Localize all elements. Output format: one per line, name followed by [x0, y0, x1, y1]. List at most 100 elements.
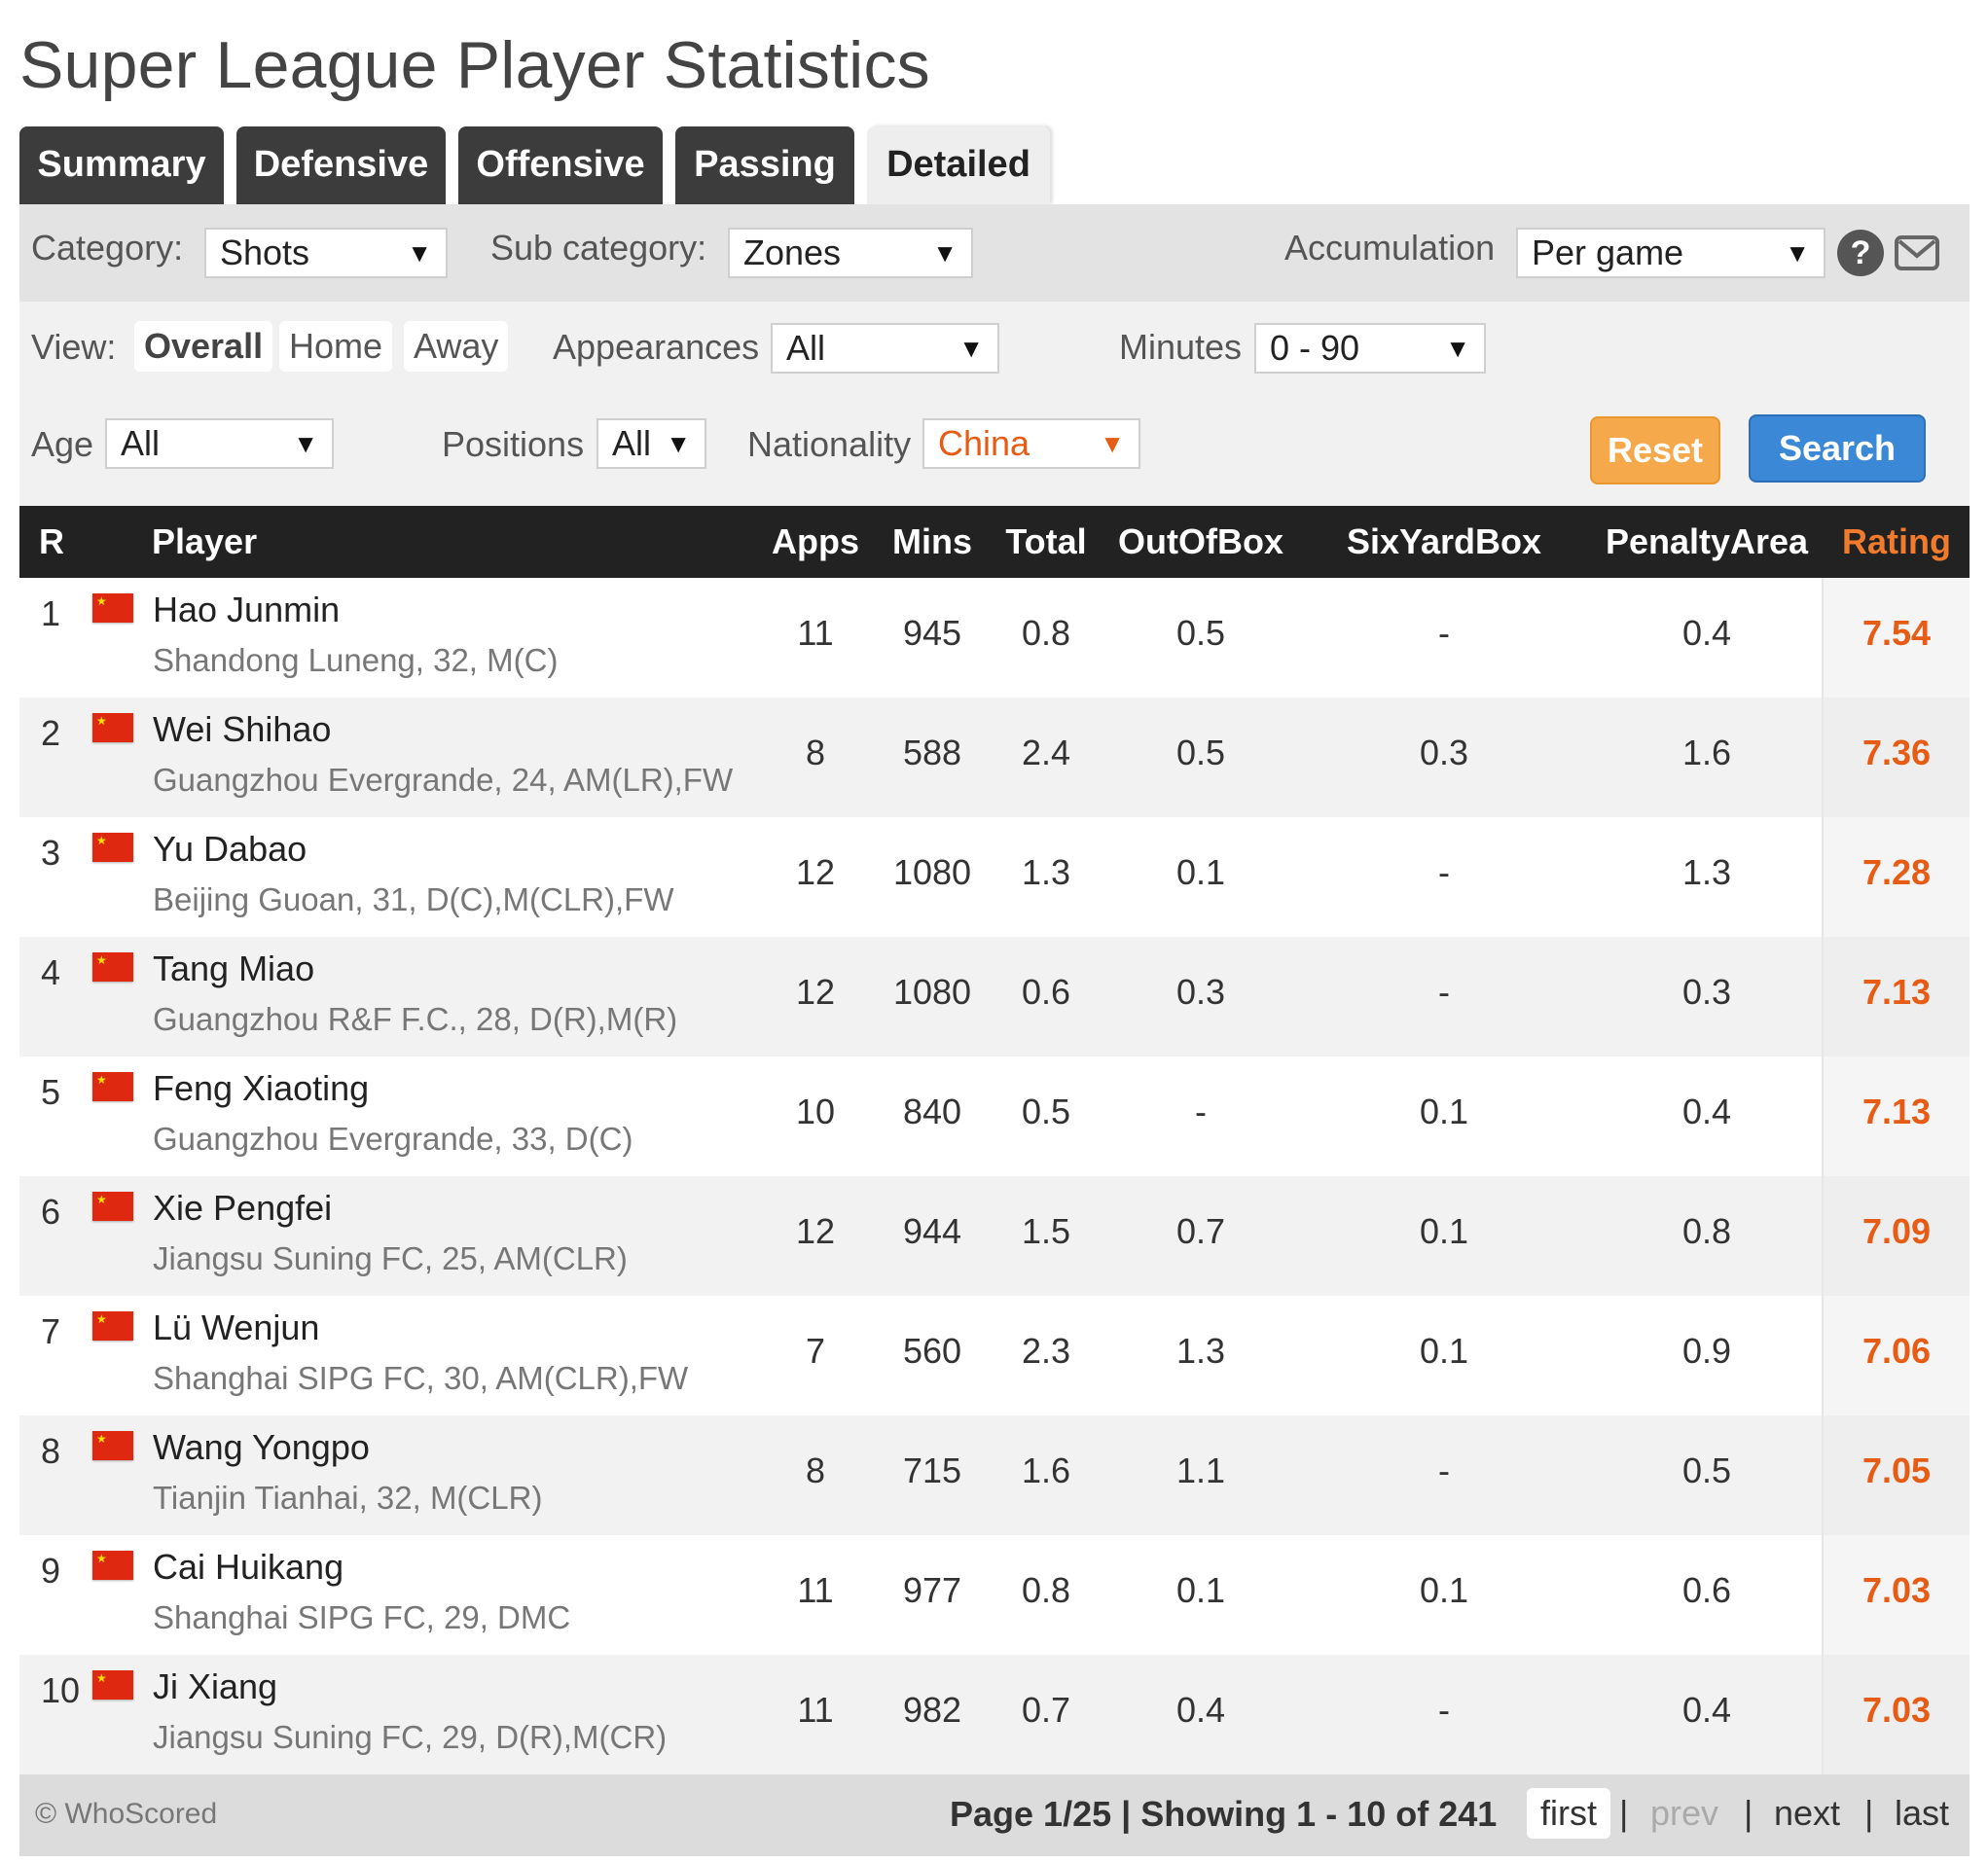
- china-flag-icon: ★: [92, 833, 133, 862]
- col-mins[interactable]: Mins: [874, 506, 991, 578]
- china-flag-icon: ★: [92, 713, 133, 742]
- minutes-select[interactable]: 0 - 90 ▼: [1254, 323, 1486, 374]
- appearances-select[interactable]: All ▼: [771, 323, 999, 374]
- view-away[interactable]: Away: [404, 321, 509, 372]
- age-select[interactable]: All ▼: [105, 418, 334, 469]
- player-name-link[interactable]: Yu Dabao: [153, 829, 307, 870]
- tab-passing[interactable]: Passing: [675, 126, 854, 204]
- cell-rating: 7.03: [1861, 1690, 1932, 1730]
- cell-total: 2.3: [1021, 1331, 1071, 1371]
- player-name-link[interactable]: Feng Xiaoting: [153, 1068, 369, 1109]
- category-value: Shots: [220, 233, 310, 272]
- cell-rating: 7.05: [1861, 1450, 1932, 1490]
- flag-star-icon: ★: [96, 834, 107, 847]
- cell-outofbox: 0.5: [1175, 613, 1226, 653]
- col-total[interactable]: Total: [988, 506, 1104, 578]
- cell-apps: 11: [797, 613, 834, 653]
- positions-label: Positions: [442, 424, 585, 464]
- player-name-link[interactable]: Wang Yongpo: [153, 1427, 370, 1468]
- question-circle-icon[interactable]: ?: [1837, 230, 1884, 276]
- cell-apps: 8: [805, 733, 826, 772]
- pagination-last[interactable]: last: [1895, 1788, 1949, 1839]
- player-name-link[interactable]: Xie Pengfei: [153, 1188, 332, 1229]
- table-header: R Player Apps Mins Total OutOfBox SixYar…: [19, 506, 1970, 578]
- cell-sixyardbox: 0.1: [1419, 1211, 1469, 1251]
- table-row[interactable]: 8 ★ Wang Yongpo Tianjin Tianhai, 32, M(CLR)…: [19, 1415, 1970, 1535]
- cell-rank: 10: [41, 1670, 81, 1710]
- reset-button[interactable]: Reset: [1590, 416, 1720, 484]
- tab-summary[interactable]: Summary: [19, 126, 224, 204]
- player-name-link[interactable]: Wei Shihao: [153, 709, 331, 750]
- table-row[interactable]: 10 ★ Ji Xiang Jiangsu Suning FC, 29, D(R),M…: [19, 1655, 1970, 1774]
- table-row[interactable]: 3 ★ Yu Dabao Beijing Guoan, 31, D(C),M(CLR)…: [19, 817, 1970, 937]
- cell-total: 0.8: [1021, 1570, 1071, 1610]
- cell-rank: 9: [41, 1551, 61, 1591]
- cell-rating: 7.06: [1861, 1331, 1932, 1371]
- col-sixyardbox[interactable]: SixYardBox: [1318, 506, 1571, 578]
- china-flag-icon: ★: [92, 1670, 133, 1700]
- category-label: Category:: [31, 228, 184, 268]
- player-name-link[interactable]: Hao Junmin: [153, 590, 340, 630]
- cell-sixyardbox: 0.1: [1419, 1570, 1469, 1610]
- player-name-link[interactable]: Lü Wenjun: [153, 1307, 319, 1348]
- cell-apps: 10: [795, 1092, 836, 1131]
- col-outofbox[interactable]: OutOfBox: [1094, 506, 1308, 578]
- cell-mins: 715: [902, 1450, 962, 1490]
- pagination-first[interactable]: first: [1527, 1788, 1610, 1839]
- flag-star-icon: ★: [96, 1193, 107, 1206]
- cell-total: 0.6: [1021, 972, 1071, 1012]
- cell-total: 1.5: [1021, 1211, 1071, 1251]
- table-row[interactable]: 5 ★ Feng Xiaoting Guangzhou Evergrande, 33,…: [19, 1056, 1970, 1176]
- cell-total: 1.3: [1021, 852, 1071, 892]
- accumulation-select[interactable]: Per game ▼: [1516, 228, 1825, 278]
- search-button[interactable]: Search: [1749, 414, 1926, 483]
- col-rating[interactable]: Rating: [1824, 506, 1970, 578]
- col-apps[interactable]: Apps: [757, 506, 874, 578]
- cell-rank: 8: [41, 1431, 61, 1471]
- positions-select[interactable]: All ▼: [596, 418, 706, 469]
- cell-mins: 1080: [892, 972, 972, 1012]
- player-name-link[interactable]: Tang Miao: [153, 949, 314, 989]
- table-row[interactable]: 7 ★ Lü Wenjun Shanghai SIPG FC, 30, AM(CLR)…: [19, 1296, 1970, 1415]
- table-row[interactable]: 6 ★ Xie Pengfei Jiangsu Suning FC, 25, AM(C…: [19, 1176, 1970, 1296]
- cell-apps: 11: [797, 1570, 834, 1610]
- player-name-link[interactable]: Ji Xiang: [153, 1666, 277, 1707]
- player-meta: Guangzhou R&F F.C., 28, D(R),M(R): [153, 1001, 678, 1037]
- col-rank[interactable]: R: [39, 506, 64, 578]
- nationality-select[interactable]: China ▼: [922, 418, 1140, 469]
- table-row[interactable]: 2 ★ Wei Shihao Guangzhou Evergrande, 24, AM…: [19, 698, 1970, 817]
- pagination-prev[interactable]: prev: [1650, 1788, 1718, 1839]
- pagination-next[interactable]: next: [1774, 1788, 1840, 1839]
- china-flag-icon: ★: [92, 1311, 133, 1341]
- cell-mins: 588: [902, 733, 962, 772]
- category-select[interactable]: Shots ▼: [204, 228, 448, 278]
- table-row[interactable]: 9 ★ Cai Huikang Shanghai SIPG FC, 29, DMC 11…: [19, 1535, 1970, 1655]
- col-player[interactable]: Player: [152, 506, 257, 578]
- col-penaltyarea[interactable]: PenaltyArea: [1571, 506, 1843, 578]
- flag-star-icon: ★: [96, 1552, 107, 1565]
- cell-total: 1.6: [1021, 1450, 1071, 1490]
- table-row[interactable]: 1 ★ Hao Junmin Shandong Luneng, 32, M(C) 11 9…: [19, 578, 1970, 698]
- cell-rank: 6: [41, 1192, 61, 1232]
- cell-mins: 982: [902, 1690, 962, 1730]
- flag-star-icon: ★: [96, 714, 107, 728]
- subcategory-select[interactable]: Zones ▼: [728, 228, 973, 278]
- cell-total: 2.4: [1021, 733, 1071, 772]
- cell-penaltyarea: 1.3: [1681, 852, 1732, 892]
- player-name-link[interactable]: Cai Huikang: [153, 1547, 343, 1588]
- player-meta: Shanghai SIPG FC, 30, AM(CLR),FW: [153, 1360, 689, 1396]
- cell-outofbox: 0.7: [1175, 1211, 1226, 1251]
- cell-mins: 945: [902, 613, 962, 653]
- tab-detailed[interactable]: Detailed: [867, 126, 1050, 204]
- tab-defensive[interactable]: Defensive: [236, 126, 446, 204]
- player-meta: Beijing Guoan, 31, D(C),M(CLR),FW: [153, 881, 674, 917]
- cell-mins: 1080: [892, 852, 972, 892]
- envelope-icon[interactable]: [1894, 230, 1940, 276]
- view-home[interactable]: Home: [279, 321, 393, 372]
- cell-rank: 3: [41, 833, 61, 873]
- cell-mins: 944: [902, 1211, 962, 1251]
- cell-outofbox: 0.3: [1175, 972, 1226, 1012]
- tab-offensive[interactable]: Offensive: [458, 126, 663, 204]
- view-overall[interactable]: Overall: [134, 321, 273, 372]
- table-row[interactable]: 4 ★ Tang Miao Guangzhou R&F F.C., 28, D(R),…: [19, 937, 1970, 1056]
